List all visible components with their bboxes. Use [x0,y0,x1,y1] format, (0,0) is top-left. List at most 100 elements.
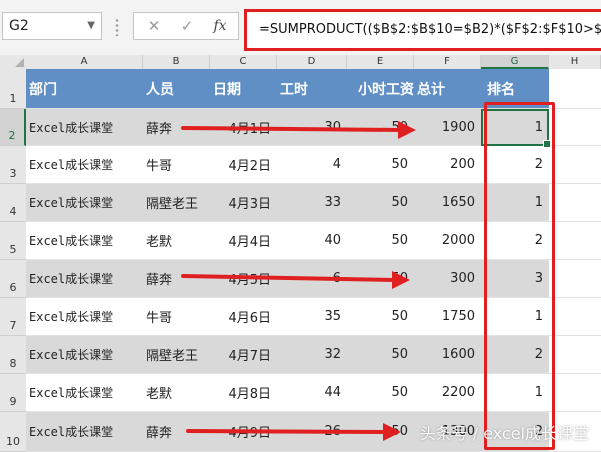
row-header-4[interactable]: 4 [0,184,26,222]
empty-cell[interactable] [549,374,601,411]
row-header-1[interactable]: 1 [0,69,26,109]
empty-cell[interactable] [549,222,601,259]
cell-rank[interactable]: 1 [481,298,549,335]
empty-cell[interactable] [549,260,601,297]
row-header-9[interactable]: 9 [0,374,26,412]
insert-function-icon[interactable]: fx [204,13,236,39]
cell-rank[interactable]: 2 [481,222,549,259]
cell-dept[interactable]: Excel成长课堂 [26,374,143,411]
cell-dept[interactable]: Excel成长课堂 [26,298,143,335]
column-header-f[interactable]: F [414,55,481,69]
header-cell-hours[interactable]: 工时 [277,69,347,108]
row-header-5[interactable]: 5 [0,222,26,260]
header-cell-person[interactable]: 人员 [143,69,210,108]
column-header-d[interactable]: D [277,55,347,69]
cell-total[interactable]: 300 [414,260,481,297]
cell-dept[interactable]: Excel成长课堂 [26,260,143,297]
header-cell-wage[interactable]: 小时工资 [347,69,414,108]
cell-hours[interactable]: 6 [277,260,347,297]
drag-handle-icon[interactable] [115,18,119,36]
cell-rank[interactable]: 1 [481,374,549,411]
column-header-b[interactable]: B [143,55,210,69]
column-header-h[interactable]: H [549,55,601,69]
cell-person[interactable]: 隔壁老王 [143,184,210,221]
cell-person[interactable]: 隔壁老王 [143,336,210,373]
cell-hours[interactable]: 32 [277,336,347,373]
cell-total[interactable]: 1750 [414,298,481,335]
cell-date[interactable]: 4月5日 [210,260,277,297]
cell-hours[interactable]: 44 [277,374,347,411]
header-cell-date[interactable]: 日期 [210,69,277,108]
cell-hours[interactable]: 33 [277,184,347,221]
row-header-6[interactable]: 6 [0,260,26,298]
empty-cell[interactable] [549,184,601,221]
cell-wage[interactable]: 50 [347,374,414,411]
cell-date[interactable]: 4月8日 [210,374,277,411]
cell-total[interactable]: 2000 [414,222,481,259]
empty-cell[interactable] [549,336,601,373]
cell-rank[interactable]: 3 [481,260,549,297]
empty-cell[interactable] [549,109,601,145]
column-header-c[interactable]: C [210,55,277,69]
cell-hours[interactable]: 26 [277,412,347,451]
cell-dept[interactable]: Excel成长课堂 [26,109,143,145]
row-header-10[interactable]: 10 [0,412,26,452]
empty-cell[interactable] [549,146,601,183]
formula-input[interactable]: =SUMPRODUCT(($B$2:$B$10=$B2)*($F$2:$F$10… [244,9,601,51]
cell-total[interactable]: 2200 [414,374,481,411]
header-cell-total[interactable]: 总计 [414,69,481,108]
cell-wage[interactable]: 50 [347,222,414,259]
row-header-8[interactable]: 8 [0,336,26,374]
cell-hours[interactable]: 35 [277,298,347,335]
cell-wage[interactable]: 50 [347,412,414,451]
cell-person[interactable]: 牛哥 [143,146,210,183]
empty-cell[interactable] [549,298,601,335]
header-cell-rank[interactable]: 排名 [481,69,549,108]
cell-person[interactable]: 薛奔 [143,109,210,145]
cell-total[interactable]: 200 [414,146,481,183]
cell-person[interactable]: 老默 [143,374,210,411]
cell-wage[interactable]: 50 [347,184,414,221]
row-header-7[interactable]: 7 [0,298,26,336]
cell-total[interactable]: 1650 [414,184,481,221]
column-header-e[interactable]: E [347,55,414,69]
cell-date[interactable]: 4月6日 [210,298,277,335]
cell-hours[interactable]: 4 [277,146,347,183]
cancel-icon[interactable]: ✕ [138,13,170,39]
cell-person[interactable]: 薛奔 [143,260,210,297]
cell-date[interactable]: 4月1日 [210,109,277,145]
cell-dept[interactable]: Excel成长课堂 [26,184,143,221]
cell-total[interactable]: 1900 [414,109,481,145]
cell-wage[interactable]: 50 [347,336,414,373]
empty-cell[interactable] [549,69,601,108]
cell-dept[interactable]: Excel成长课堂 [26,146,143,183]
cell-total[interactable]: 1600 [414,336,481,373]
column-header-a[interactable]: A [26,55,143,69]
confirm-icon[interactable]: ✓ [171,13,203,39]
chevron-down-icon[interactable]: ▼ [87,13,95,39]
header-cell-dept[interactable]: 部门 [26,69,143,108]
cell-wage[interactable]: 50 [347,146,414,183]
cell-dept[interactable]: Excel成长课堂 [26,336,143,373]
cell-person[interactable]: 薛奔 [143,412,210,451]
cell-hours[interactable]: 30 [277,109,347,145]
row-header-2[interactable]: 2 [0,109,26,146]
cell-wage[interactable]: 50 [347,298,414,335]
column-header-g[interactable]: G [481,55,549,69]
cell-dept[interactable]: Excel成长课堂 [26,222,143,259]
row-header-3[interactable]: 3 [0,146,26,184]
select-all-button[interactable] [0,55,26,69]
cell-date[interactable]: 4月4日 [210,222,277,259]
cell-hours[interactable]: 40 [277,222,347,259]
cell-wage[interactable]: 50 [347,109,414,145]
cell-rank[interactable]: 1 [481,109,549,145]
cell-person[interactable]: 牛哥 [143,298,210,335]
cell-date[interactable]: 4月7日 [210,336,277,373]
cell-rank[interactable]: 2 [481,336,549,373]
cell-date[interactable]: 4月9日 [210,412,277,451]
cell-date[interactable]: 4月2日 [210,146,277,183]
name-box[interactable]: G2 ▼ [2,12,102,40]
cell-wage[interactable]: 50 [347,260,414,297]
cell-person[interactable]: 老默 [143,222,210,259]
cell-dept[interactable]: Excel成长课堂 [26,412,143,451]
